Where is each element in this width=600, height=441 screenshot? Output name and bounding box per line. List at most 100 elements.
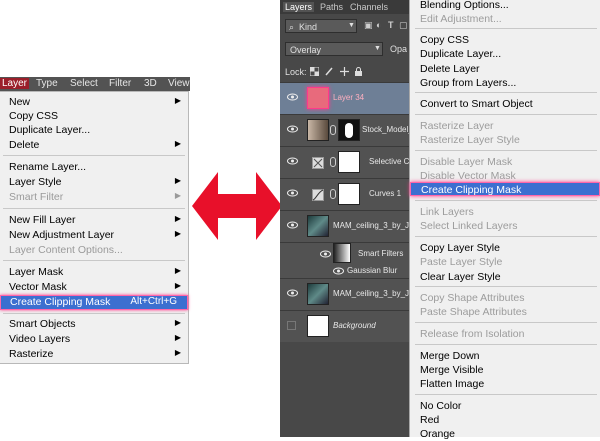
- tab-paths[interactable]: Paths: [320, 2, 343, 12]
- menu-item-new-fill-layer[interactable]: New Fill Layer ▶: [0, 214, 186, 227]
- menu-item-orange[interactable]: Orange: [410, 427, 600, 441]
- menu-item-rasterize-layer[interactable]: Rasterize Layer: [410, 119, 600, 133]
- visibility-eye-icon[interactable]: [287, 125, 298, 133]
- menu-separator: [415, 200, 597, 201]
- visibility-eye-icon[interactable]: [287, 221, 298, 229]
- menu-item-group-from-layers[interactable]: Group from Layers...: [410, 76, 600, 90]
- menubar-select[interactable]: Select: [70, 78, 98, 89]
- visibility-toggle-empty[interactable]: [287, 321, 296, 330]
- visibility-eye-icon[interactable]: [320, 250, 331, 258]
- menu-item-convert-smart-object[interactable]: Convert to Smart Object: [410, 97, 600, 111]
- layer-row[interactable]: MAM_ceiling_3_by_Jin: [280, 278, 415, 310]
- selective-color-adjustment-icon: [312, 157, 324, 169]
- filter-image-icon[interactable]: ▣: [364, 20, 373, 31]
- visibility-eye-icon[interactable]: [287, 157, 298, 165]
- menu-item-merge-visible[interactable]: Merge Visible: [410, 363, 600, 377]
- menu-item-merge-down[interactable]: Merge Down: [410, 349, 600, 363]
- menu-item-layer-mask[interactable]: Layer Mask ▶: [0, 266, 186, 279]
- menu-item-new[interactable]: New ▶: [0, 96, 186, 109]
- menu-item-smart-filter[interactable]: Smart Filter ▶: [0, 191, 186, 204]
- tab-layers[interactable]: Layers: [283, 2, 315, 12]
- menu-item-create-clipping-mask[interactable]: Create Clipping Mask: [410, 182, 600, 196]
- menu-item-disable-vector-mask[interactable]: Disable Vector Mask: [410, 169, 600, 183]
- shortcut-label: Alt+Ctrl+G: [130, 296, 177, 307]
- menubar-3d[interactable]: 3D: [144, 78, 157, 89]
- menu-item-paste-shape-attributes[interactable]: Paste Shape Attributes: [410, 305, 600, 319]
- menu-item-rename-layer[interactable]: Rename Layer...: [0, 161, 186, 174]
- chevron-down-icon: ▼: [374, 45, 381, 52]
- menubar-type[interactable]: Type: [36, 78, 58, 89]
- layer-row[interactable]: Gaussian Blur: [280, 264, 410, 278]
- blend-mode-select[interactable]: Overlay ▼: [285, 42, 383, 56]
- menu-item-smart-objects[interactable]: Smart Objects ▶: [0, 318, 186, 331]
- menubar-view[interactable]: View: [168, 78, 190, 89]
- lock-brush-icon[interactable]: [325, 67, 334, 76]
- menu-item-duplicate-layer[interactable]: Duplicate Layer...: [0, 124, 186, 137]
- visibility-eye-icon[interactable]: [287, 189, 298, 197]
- visibility-eye-icon[interactable]: [287, 93, 298, 101]
- submenu-arrow-icon: ▶: [174, 348, 181, 357]
- lock-position-icon[interactable]: [340, 67, 349, 76]
- submenu-arrow-icon: ▶: [174, 281, 181, 290]
- layer-thumbnail: [307, 283, 329, 305]
- menu-separator: [415, 344, 597, 345]
- tab-channels[interactable]: Channels: [350, 2, 388, 12]
- filter-adjustment-icon[interactable]: ◐: [376, 20, 381, 30]
- layer-thumbnail: [307, 119, 329, 141]
- menu-item-copy-shape-attributes[interactable]: Copy Shape Attributes: [410, 291, 600, 305]
- menu-item-layer-style[interactable]: Layer Style ▶: [0, 176, 186, 189]
- layer-mask-thumbnail: [338, 183, 360, 205]
- visibility-eye-icon[interactable]: [333, 267, 344, 275]
- menu-item-paste-layer-style[interactable]: Paste Layer Style: [410, 255, 600, 269]
- layer-row[interactable]: Curves 1: [280, 178, 410, 210]
- menu-item-new-adjustment-layer[interactable]: New Adjustment Layer ▶: [0, 229, 186, 242]
- layer-context-menu: Blending Options... Edit Adjustment... C…: [409, 0, 600, 440]
- menu-item-rasterize-layer-style[interactable]: Rasterize Layer Style: [410, 133, 600, 147]
- layer-row[interactable]: Smart Filters: [280, 242, 410, 264]
- layer-row[interactable]: Stock_Model_: [280, 114, 413, 146]
- panel-tabs: Layers Paths Channels: [280, 0, 410, 14]
- layer-row[interactable]: Background: [280, 310, 410, 342]
- menu-item-video-layers[interactable]: Video Layers ▶: [0, 333, 186, 346]
- visibility-eye-icon[interactable]: [287, 289, 298, 297]
- menu-item-edit-adjustment[interactable]: Edit Adjustment...: [410, 12, 600, 26]
- layer-mask-thumbnail: [338, 119, 360, 141]
- menu-item-clear-layer-style[interactable]: Clear Layer Style: [410, 270, 600, 284]
- menu-item-blending-options[interactable]: Blending Options...: [410, 0, 600, 12]
- menu-item-create-clipping-mask[interactable]: Create Clipping Mask Alt+Ctrl+G: [0, 295, 188, 310]
- menu-item-select-linked-layers[interactable]: Select Linked Layers: [410, 219, 600, 233]
- menu-item-vector-mask[interactable]: Vector Mask ▶: [0, 281, 186, 294]
- filter-type-icon[interactable]: T: [388, 20, 394, 30]
- kind-filter-select[interactable]: ⌕ Kind ▼: [285, 19, 357, 33]
- menu-separator: [415, 150, 597, 151]
- menu-item-flatten-image[interactable]: Flatten Image: [410, 377, 600, 391]
- layer-row[interactable]: MAM_ceiling_3_by_Jin: [280, 210, 415, 242]
- link-chain-icon: [330, 189, 336, 199]
- search-icon: ⌕: [289, 22, 295, 32]
- menu-item-link-layers[interactable]: Link Layers: [410, 205, 600, 219]
- lock-transparent-icon[interactable]: [310, 67, 319, 76]
- menu-item-rasterize[interactable]: Rasterize ▶: [0, 348, 186, 361]
- menu-item-copy-layer-style[interactable]: Copy Layer Style: [410, 241, 600, 255]
- double-arrow-icon: [192, 172, 282, 240]
- layer-row[interactable]: Layer 34: [280, 82, 410, 114]
- menu-item-red[interactable]: Red: [410, 413, 600, 427]
- menu-separator: [3, 208, 185, 209]
- opacity-label: Opa: [390, 44, 408, 54]
- menubar-layer[interactable]: Layer: [0, 78, 30, 89]
- menu-item-delete[interactable]: Delete ▶: [0, 139, 186, 152]
- submenu-arrow-icon: ▶: [174, 191, 181, 200]
- menu-item-layer-content-options[interactable]: Layer Content Options...: [0, 244, 186, 257]
- menubar-filter[interactable]: Filter: [109, 78, 131, 89]
- menu-item-release-from-isolation[interactable]: Release from Isolation: [410, 327, 600, 341]
- menu-item-delete-layer[interactable]: Delete Layer: [410, 62, 600, 76]
- menu-item-no-color[interactable]: No Color: [410, 399, 600, 413]
- menu-item-disable-layer-mask[interactable]: Disable Layer Mask: [410, 155, 600, 169]
- menu-item-copy-css[interactable]: Copy CSS: [410, 33, 600, 47]
- layer-row[interactable]: Selective C: [280, 146, 410, 178]
- menu-item-duplicate-layer[interactable]: Duplicate Layer...: [410, 47, 600, 61]
- lock-all-icon[interactable]: [354, 67, 363, 76]
- filter-shape-icon[interactable]: ▢: [399, 20, 408, 31]
- submenu-arrow-icon: ▶: [174, 214, 181, 223]
- menu-item-copy-css[interactable]: Copy CSS: [0, 110, 186, 123]
